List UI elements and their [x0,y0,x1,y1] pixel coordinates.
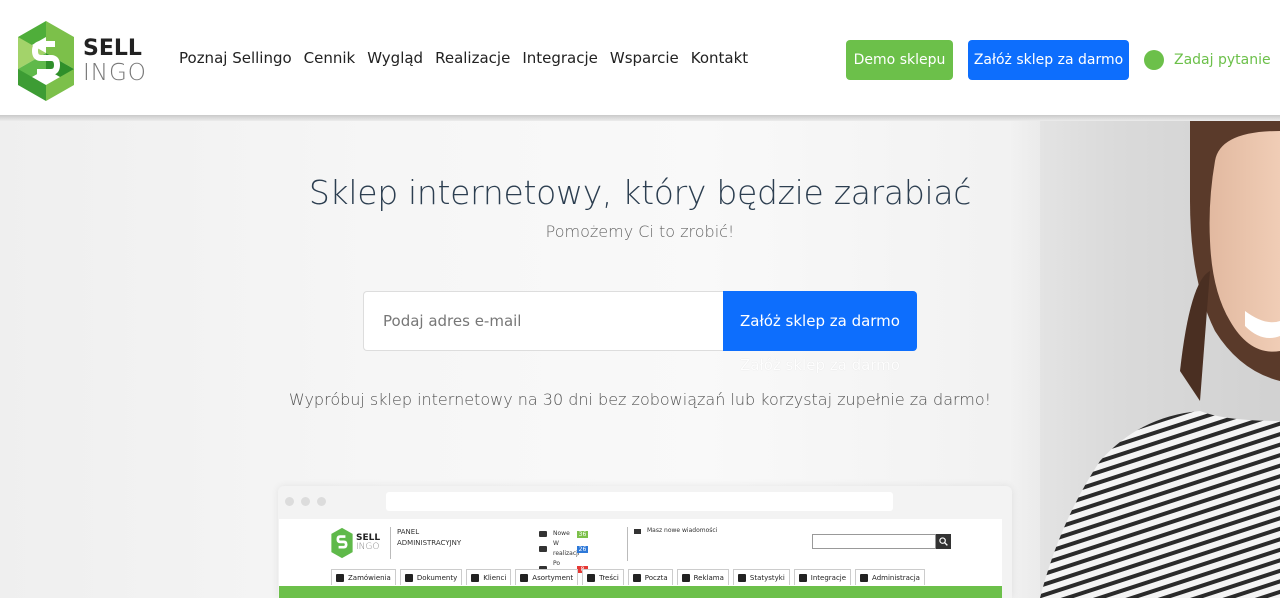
panel-label: PANEL ADMINISTRACYJNY [390,527,461,559]
hero-title: Sklep internetowy, który będzie zarabiać [308,173,972,212]
nav-wyglad[interactable]: Wygląd [367,49,423,67]
panel-label-line-1: PANEL [397,528,420,536]
cart-icon [539,546,547,552]
stat-label: W realizacji [553,540,580,557]
stat-count: 26 [577,545,588,553]
panel-menu: Zamówienia Dokumenty Klienci Asortyment … [331,569,925,585]
mail-icon [632,573,641,582]
logo-line-1: SELL [83,35,142,61]
nav-poznaj-sellingo[interactable]: Poznaj Sellingo [179,49,292,67]
window-dots [285,497,326,506]
sellingo-logo[interactable]: SELL INGO [17,20,157,102]
cart-icon [539,531,547,537]
menu-statystyki[interactable]: Statystyki [732,569,790,585]
stat-new[interactable]: Nowe 36 [539,529,588,539]
document-icon [336,573,344,582]
envelope-icon [634,529,641,534]
users-icon [471,573,480,582]
nav-cennik[interactable]: Cennik [304,49,356,67]
chat-dot-icon [1144,50,1164,70]
menu-klienci[interactable]: Klienci [466,569,512,585]
signup-submit-button[interactable]: Załóż sklep za darmo [723,291,917,351]
menu-zamowienia[interactable]: Zamówienia [331,569,396,585]
signup-header-button[interactable]: Załóż sklep za darmo [968,40,1129,80]
menu-dokumenty[interactable]: Dokumenty [399,569,463,585]
panel-logo-icon [331,527,353,559]
stat-label: Nowe [553,530,570,537]
logo-text: SELL INGO [83,35,147,86]
menu-administracja[interactable]: Administracja [855,569,925,585]
signup-form: Załóż sklep za darmo [363,291,917,351]
puzzle-icon [798,573,807,582]
hero-note: Wypróbuj sklep internetowy na 30 dni bez… [288,390,992,409]
hero-section: Sklep internetowy, który będzie zarabiać… [0,121,1280,598]
panel-screen: SELL INGO PANEL ADMINISTRACYJNY Nowe 36 … [279,519,1002,598]
signup-ghost-label: Załóż sklep za darmo [740,356,900,374]
file-icon [404,573,413,582]
messages-label: Masz nowe wiadomości [647,527,718,534]
tag-icon [681,573,690,582]
nav-kontakt[interactable]: Kontakt [691,49,748,67]
menu-reklama[interactable]: Reklama [676,569,729,585]
email-input[interactable] [363,291,724,351]
search-icon[interactable] [936,534,951,549]
ask-question-link[interactable]: Zadaj pytanie [1144,50,1271,70]
chart-icon [737,573,746,582]
panel-logo-line-2: INGO [356,542,380,552]
stat-in-progress[interactable]: W realizacji 26 [539,539,588,559]
hero-subtitle: Pomożemy Ci to zrobić! [545,222,735,241]
admin-panel-preview: SELL INGO PANEL ADMINISTRACYJNY Nowe 36 … [278,486,1012,598]
ask-question-label: Zadaj pytanie [1174,52,1271,68]
menu-poczta[interactable]: Poczta [627,569,673,585]
panel-label-line-2: ADMINISTRACYJNY [397,539,462,547]
menu-asortyment[interactable]: Asortyment [515,569,579,585]
panel-green-bar [279,586,1002,598]
nav-wsparcie[interactable]: Wsparcie [610,49,679,67]
nav-integracje[interactable]: Integracje [522,49,598,67]
text-icon [587,573,596,582]
nav-realizacje[interactable]: Realizacje [435,49,510,67]
panel-search-input[interactable] [812,534,936,549]
menu-integracje[interactable]: Integracje [793,569,852,585]
logo-line-2: INGO [83,59,147,86]
box-icon [520,573,529,582]
header-shadow [0,115,1280,121]
panel-logo: SELL INGO [331,527,380,559]
stat-count: 36 [577,530,588,538]
menu-tresci[interactable]: Treści [582,569,624,585]
url-bar [386,492,893,511]
demo-shop-button[interactable]: Demo sklepu [846,40,953,80]
wrench-icon [860,573,869,582]
sellingo-logo-icon [18,21,74,101]
main-nav: Poznaj Sellingo Cennik Wygląd Realizacje… [179,49,760,67]
site-header: SELL INGO Poznaj Sellingo Cennik Wygląd … [0,0,1280,117]
messages-notice[interactable]: Masz nowe wiadomości [627,527,717,561]
